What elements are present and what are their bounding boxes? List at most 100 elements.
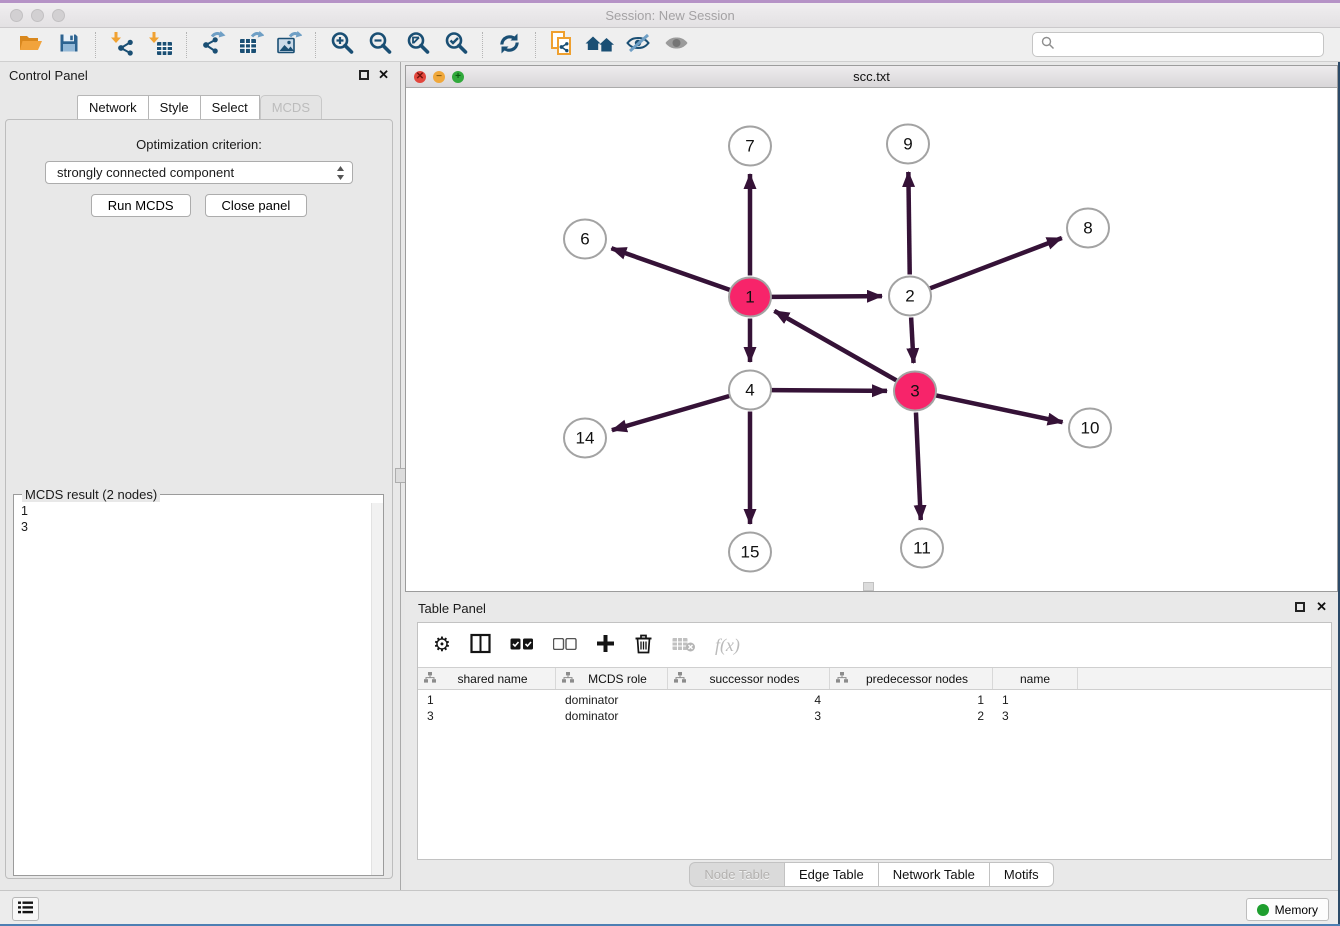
zoom-selected-button[interactable] <box>437 30 475 60</box>
select-all-columns-button[interactable] <box>510 638 534 653</box>
node-14[interactable]: 14 <box>564 419 606 458</box>
tab-node-table[interactable]: Node Table <box>689 862 785 887</box>
node-7[interactable]: 7 <box>729 127 771 166</box>
zoom-in-button[interactable] <box>323 30 361 60</box>
table-panel: Table Panel ✕ ⚙ f(x) shared nameMCDS rol… <box>405 595 1338 890</box>
zoom-fit-button[interactable] <box>399 30 437 60</box>
node-6[interactable]: 6 <box>564 220 606 259</box>
column-header-predecessor-nodes[interactable]: predecessor nodes <box>830 668 993 689</box>
import-network-button[interactable] <box>103 30 141 60</box>
node-15[interactable]: 15 <box>729 533 771 572</box>
network-minimize-button[interactable]: − <box>433 71 445 83</box>
run-mcds-button[interactable]: Run MCDS <box>91 194 191 217</box>
edge-3-1[interactable] <box>774 311 896 380</box>
tab-mcds[interactable]: MCDS <box>260 95 322 121</box>
node-2[interactable]: 2 <box>889 277 931 316</box>
zoom-window-button[interactable] <box>52 9 65 22</box>
memory-status-button[interactable]: Memory <box>1246 898 1329 921</box>
edge-4-3[interactable] <box>771 390 887 391</box>
column-header-name[interactable]: name <box>993 668 1078 689</box>
column-type-icon <box>836 672 848 686</box>
node-10[interactable]: 10 <box>1069 409 1111 448</box>
table-row[interactable]: 3dominator323 <box>418 709 1331 725</box>
open-folder-icon <box>18 31 44 58</box>
edge-2-3[interactable] <box>911 317 913 363</box>
tab-motifs[interactable]: Motifs <box>990 862 1054 887</box>
network-maximize-button[interactable]: + <box>452 71 464 83</box>
tab-network[interactable]: Network <box>77 95 149 120</box>
task-history-button[interactable] <box>12 897 39 921</box>
network-canvas[interactable]: 1 2 3 4 6 7 8 9 10 11 14 15 <box>406 88 1337 591</box>
network-close-button[interactable]: ✕ <box>414 71 426 83</box>
create-column-button[interactable] <box>596 634 615 656</box>
edge-4-14[interactable] <box>612 396 729 430</box>
search-input[interactable] <box>1032 32 1324 57</box>
edge-3-11[interactable] <box>916 412 921 520</box>
hide-graphics-details-button[interactable] <box>619 30 657 60</box>
column-header-MCDS-role[interactable]: MCDS role <box>556 668 668 689</box>
delete-columns-button[interactable] <box>634 633 653 657</box>
node-4[interactable]: 4 <box>729 371 771 410</box>
tab-style[interactable]: Style <box>149 95 201 120</box>
zoom-out-icon <box>367 30 394 59</box>
tab-network-table[interactable]: Network Table <box>879 862 990 887</box>
node-9[interactable]: 9 <box>887 125 929 164</box>
cell-successor-nodes[interactable]: 3 <box>668 709 830 725</box>
close-window-button[interactable] <box>10 9 23 22</box>
save-session-button[interactable] <box>50 30 88 60</box>
import-table-button[interactable] <box>141 30 179 60</box>
zoom-out-button[interactable] <box>361 30 399 60</box>
canvas-scroll-handle[interactable] <box>863 582 874 591</box>
unselect-all-columns-button[interactable] <box>553 638 577 653</box>
close-panel-button[interactable]: Close panel <box>205 194 308 217</box>
edge-2-8[interactable] <box>930 238 1062 288</box>
table-tabs: Node TableEdge TableNetwork TableMotifs <box>405 862 1338 887</box>
status-bar: Memory <box>0 890 1340 926</box>
node-11[interactable]: 11 <box>901 529 943 568</box>
float-table-panel-icon[interactable] <box>1295 602 1305 612</box>
show-graphics-details-button[interactable] <box>657 30 695 60</box>
tab-select[interactable]: Select <box>201 95 260 120</box>
export-table-button[interactable] <box>232 30 270 60</box>
cell-name[interactable]: 3 <box>993 709 1078 725</box>
table-settings-button[interactable]: ⚙ <box>433 635 451 655</box>
function-builder-button[interactable]: f(x) <box>715 635 740 656</box>
cell-shared-name[interactable]: 1 <box>418 693 556 709</box>
split-panel-button[interactable] <box>470 633 491 657</box>
first-neighbors-button[interactable] <box>581 30 619 60</box>
application-window: Session: New Session <box>0 0 1340 926</box>
criterion-select[interactable]: strongly connected component <box>45 161 353 184</box>
cell-predecessor-nodes[interactable]: 2 <box>830 709 993 725</box>
minimize-window-button[interactable] <box>31 9 44 22</box>
duplicate-network-button[interactable] <box>543 30 581 60</box>
cell-successor-nodes[interactable]: 4 <box>668 693 830 709</box>
delete-table-button[interactable] <box>672 636 696 655</box>
node-label: 7 <box>745 137 754 156</box>
float-panel-icon[interactable] <box>359 70 369 80</box>
close-panel-icon[interactable]: ✕ <box>378 67 389 83</box>
cell-MCDS-role[interactable]: dominator <box>556 693 668 709</box>
open-session-button[interactable] <box>12 30 50 60</box>
edge-3-10[interactable] <box>936 395 1063 422</box>
search-container <box>1032 32 1324 57</box>
apply-layout-button[interactable] <box>490 30 528 60</box>
close-table-panel-icon[interactable]: ✕ <box>1316 599 1327 615</box>
cell-shared-name[interactable]: 3 <box>418 709 556 725</box>
cell-name[interactable]: 1 <box>993 693 1078 709</box>
export-network-button[interactable] <box>194 30 232 60</box>
table-row[interactable]: 1dominator411 <box>418 693 1331 709</box>
node-1[interactable]: 1 <box>729 278 771 317</box>
cell-predecessor-nodes[interactable]: 1 <box>830 693 993 709</box>
cell-MCDS-role[interactable]: dominator <box>556 709 668 725</box>
network-window-titlebar[interactable]: ✕ − + scc.txt <box>406 66 1337 88</box>
column-header-successor-nodes[interactable]: successor nodes <box>668 668 830 689</box>
tab-edge-table[interactable]: Edge Table <box>785 862 879 887</box>
edge-1-2[interactable] <box>771 296 882 297</box>
export-image-button[interactable] <box>270 30 308 60</box>
edge-1-6[interactable] <box>611 248 729 290</box>
result-scrollbar[interactable] <box>371 503 383 875</box>
node-8[interactable]: 8 <box>1067 209 1109 248</box>
edge-2-9[interactable] <box>908 172 909 275</box>
column-header-shared-name[interactable]: shared name <box>418 668 556 689</box>
node-3[interactable]: 3 <box>894 372 936 411</box>
